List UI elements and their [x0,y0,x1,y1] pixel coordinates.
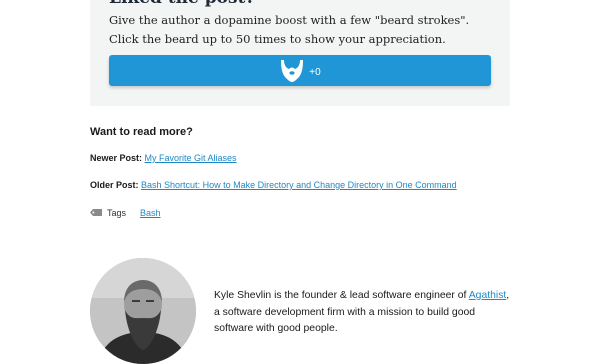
older-post-row: Older Post: Bash Shortcut: How to Make D… [90,180,457,190]
bio-text-before: Kyle Shevlin is the founder & lead softw… [214,290,469,301]
tag-icon [90,208,107,218]
older-post-link[interactable]: Bash Shortcut: How to Make Directory and… [141,180,457,190]
newer-post-link[interactable]: My Favorite Git Aliases [145,153,237,163]
read-more-heading: Want to read more? [90,126,193,138]
tags-row: Tags Bash [90,208,161,218]
beard-stroke-button[interactable]: +0 [109,55,491,86]
beard-count: +0 [309,66,321,78]
panel-description: Give the author a dopamine boost with a … [109,13,470,46]
beard-strokes-panel: Liked the post? Give the author a dopami… [90,0,510,106]
tags-label: Tags [107,208,127,218]
beard-icon [279,59,305,83]
tag-link-bash[interactable]: Bash [140,208,161,218]
newer-post-label: Newer Post: [90,153,143,163]
author-avatar [90,258,196,364]
older-post-label: Older Post: [90,180,139,190]
agathist-link[interactable]: Agathist [469,290,507,301]
newer-post-row: Newer Post: My Favorite Git Aliases [90,153,237,163]
panel-title: Liked the post? [109,0,255,8]
author-bio: Kyle Shevlin is the founder & lead softw… [214,288,514,338]
